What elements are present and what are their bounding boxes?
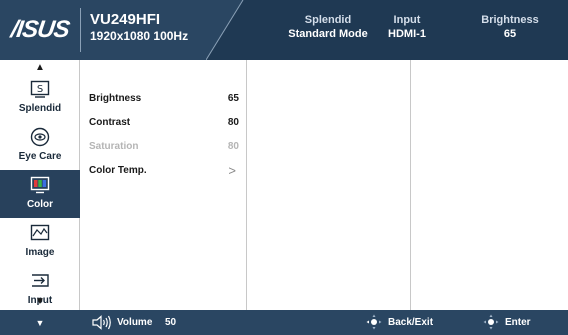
submenu-panel-3 bbox=[410, 60, 568, 310]
menu-row-saturation: Saturation 80 bbox=[89, 136, 239, 156]
scroll-down-icon[interactable]: ▼ bbox=[0, 296, 80, 307]
speaker-icon bbox=[92, 315, 111, 330]
osd-header: /ISUS VU249HFI 1920x1080 100Hz Splendid … bbox=[0, 0, 568, 60]
color-submenu: Brightness 65 Contrast 80 Saturation 80 … bbox=[80, 60, 246, 310]
row-value: 80 bbox=[227, 140, 239, 152]
row-value: 80 bbox=[227, 116, 239, 128]
submenu-panel-2 bbox=[246, 60, 410, 310]
sidebar-menu: ▲ S Splendid Eye Care Color Image Input … bbox=[0, 60, 80, 310]
joystick-enter-icon bbox=[483, 314, 499, 330]
status-splendid-label: Splendid bbox=[304, 14, 352, 26]
osd-menu: /ISUS VU249HFI 1920x1080 100Hz Splendid … bbox=[0, 0, 568, 335]
sidebar-item-label: Image bbox=[25, 247, 55, 258]
sidebar-item-image[interactable]: Image bbox=[0, 218, 80, 266]
sidebar-item-label: Color bbox=[26, 199, 54, 210]
status-input-value: HDMI-1 bbox=[388, 28, 426, 40]
image-wave-icon bbox=[29, 222, 51, 244]
header-slash-divider bbox=[206, 0, 246, 60]
enter-label[interactable]: Enter bbox=[505, 317, 531, 328]
sidebar-item-splendid[interactable]: S Splendid bbox=[0, 74, 80, 122]
row-value: 65 bbox=[227, 92, 239, 104]
status-brightness-label: Brightness bbox=[481, 14, 539, 26]
input-arrow-icon bbox=[29, 270, 51, 292]
status-splendid-value: Standard Mode bbox=[288, 28, 368, 40]
row-label: Saturation bbox=[89, 140, 139, 152]
splendid-icon: S bbox=[29, 78, 51, 100]
sidebar-item-color[interactable]: Color bbox=[0, 170, 80, 218]
model-info: VU249HFI 1920x1080 100Hz bbox=[90, 11, 188, 44]
brand-logo-text: /ISUS bbox=[9, 16, 71, 43]
chevron-right-icon: > bbox=[228, 162, 236, 178]
model-name: VU249HFI bbox=[90, 11, 161, 28]
osd-footer: ▼ Volume 50 Back/Exit Enter bbox=[0, 310, 568, 335]
menu-row-contrast[interactable]: Contrast 80 bbox=[89, 112, 239, 132]
row-label: Contrast bbox=[89, 116, 131, 128]
row-label: Brightness bbox=[89, 92, 142, 104]
resolution-text: 1920x1080 100Hz bbox=[90, 29, 189, 43]
scroll-down-footer-icon[interactable]: ▼ bbox=[0, 310, 80, 335]
scroll-up-icon[interactable]: ▲ bbox=[0, 62, 80, 73]
svg-text:S: S bbox=[37, 84, 43, 95]
color-bars-icon bbox=[29, 174, 51, 196]
status-input: Input HDMI-1 bbox=[372, 14, 442, 41]
joystick-back-icon bbox=[366, 314, 382, 330]
header-divider bbox=[80, 8, 81, 52]
menu-row-color-temp[interactable]: Color Temp. > bbox=[89, 160, 239, 180]
menu-row-brightness[interactable]: Brightness 65 bbox=[89, 88, 239, 108]
status-input-label: Input bbox=[393, 14, 421, 26]
status-brightness-value: 65 bbox=[503, 28, 517, 40]
sidebar-item-label: Splendid bbox=[18, 103, 62, 114]
row-label: Color Temp. bbox=[89, 164, 147, 176]
volume-value: 50 bbox=[165, 317, 177, 328]
asus-logo: /ISUS bbox=[0, 0, 80, 60]
eye-icon bbox=[29, 126, 51, 148]
back-exit-label[interactable]: Back/Exit bbox=[388, 317, 433, 328]
sidebar-item-label: Eye Care bbox=[18, 151, 62, 162]
sidebar-item-eye-care[interactable]: Eye Care bbox=[0, 122, 80, 170]
status-brightness: Brightness 65 bbox=[470, 14, 550, 41]
volume-label: Volume bbox=[117, 317, 153, 328]
status-splendid: Splendid Standard Mode bbox=[268, 14, 388, 41]
